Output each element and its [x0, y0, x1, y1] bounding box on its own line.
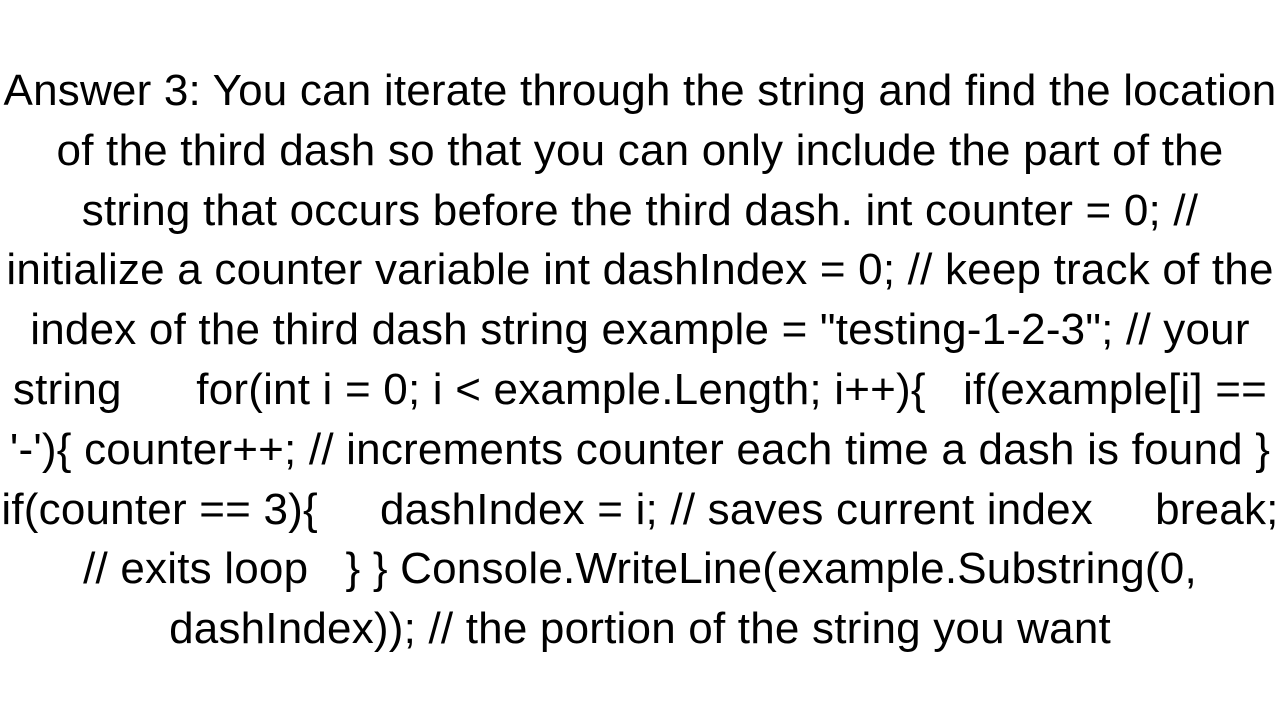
- answer-text-block: Answer 3: You can iterate through the st…: [0, 61, 1280, 659]
